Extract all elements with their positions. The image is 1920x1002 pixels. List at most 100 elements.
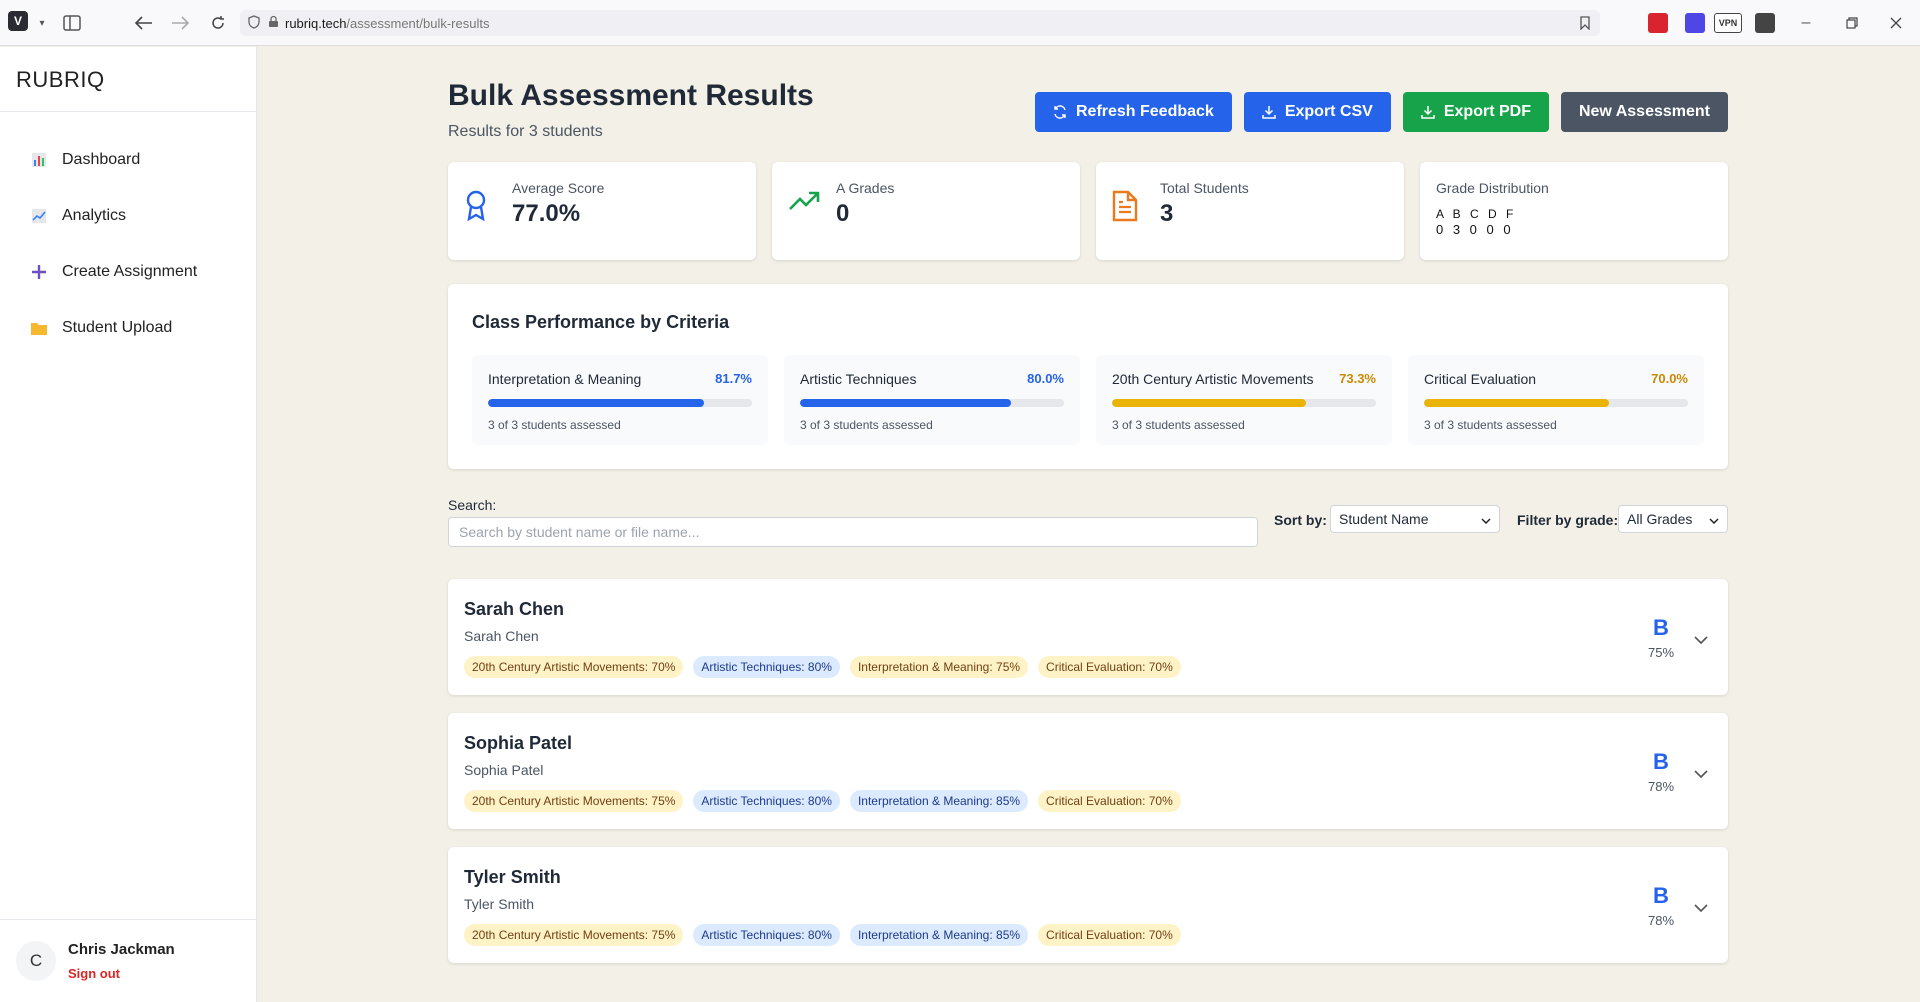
export-pdf-label: Export PDF [1443,103,1531,120]
criterion-name: Artistic Techniques [800,371,917,387]
student-card[interactable]: Sophia Patel Sophia Patel 20th Century A… [448,713,1728,829]
student-card[interactable]: Tyler Smith Tyler Smith 20th Century Art… [448,847,1728,963]
criteria-tag: Interpretation & Meaning: 85% [849,924,1029,946]
sidebar-item-analytics[interactable]: Analytics [0,188,256,244]
stat-label: A Grades [836,180,895,196]
stat-label: Average Score [512,180,605,196]
sidebar-item-dashboard[interactable]: Dashboard [0,132,256,188]
extension-icon[interactable] [1685,13,1705,33]
restore-icon[interactable] [1840,11,1864,35]
chevron-down-icon [1709,511,1719,527]
criteria-tag: 20th Century Artistic Movements: 75% [464,790,684,812]
user-name: Chris Jackman [68,941,175,958]
criteria-list: Interpretation & Meaning 81.7% 3 of 3 st… [472,355,1704,445]
student-name: Sarah Chen [464,599,565,619]
export-csv-button[interactable]: Export CSV [1243,92,1391,132]
expand-chevron-icon[interactable] [1694,899,1710,915]
criteria-tag: Artistic Techniques: 80% [693,656,840,678]
grade-filter-label: Filter by grade: [1517,512,1619,528]
plus-icon [30,263,48,281]
stat-value: 77.0% [512,200,581,227]
refresh-feedback-button[interactable]: Refresh Feedback [1034,92,1232,132]
gift-icon[interactable] [1755,13,1775,33]
chevron-down-icon [1481,511,1491,527]
grade-percent: 75% [1647,645,1675,660]
sidebar-toggle-icon[interactable] [60,11,84,35]
sidebar-item-label: Analytics [62,207,127,224]
progress-bar [1424,399,1688,407]
stat-value: 3 [1160,200,1174,227]
criterion-note: 3 of 3 students assessed [1112,418,1245,432]
criterion-note: 3 of 3 students assessed [488,418,621,432]
stat-a-grades: A Grades 0 [772,162,1080,260]
grade-badge: B 78% [1646,883,1676,928]
progress-bar [800,399,1064,407]
forward-icon[interactable] [168,11,192,35]
sidebar-item-create-assignment[interactable]: Create Assignment [0,244,256,300]
browser-logo-icon[interactable]: V [8,11,28,31]
download-icon [1421,105,1435,119]
expand-chevron-icon[interactable] [1694,631,1710,647]
criteria-tags: 20th Century Artistic Movements: 75% Art… [464,790,1712,812]
reload-icon[interactable] [206,11,230,35]
criteria-tags: 20th Century Artistic Movements: 70% Art… [464,656,1712,678]
expand-chevron-icon[interactable] [1694,765,1710,781]
brand-logo[interactable]: RUBRIQ [0,47,256,112]
sort-select-value: Student Name [1339,511,1429,527]
grade-percent: 78% [1647,913,1675,928]
sort-select[interactable]: Student Name [1330,505,1500,533]
minimize-icon[interactable]: – [1794,11,1818,35]
search-label: Search: [448,497,497,513]
criterion-name: Critical Evaluation [1424,371,1537,387]
criteria-tag: Critical Evaluation: 70% [1038,790,1181,812]
sidebar-item-label: Dashboard [62,151,141,168]
document-icon [1112,180,1148,242]
url-host: rubriq.tech [285,15,347,31]
pdf-extension-icon[interactable] [1648,13,1668,33]
progress-fill [488,399,704,407]
export-csv-label: Export CSV [1284,103,1373,120]
criteria-tag: Critical Evaluation: 70% [1038,924,1181,946]
header-actions: Refresh Feedback Export CSV Export PDF N… [1034,92,1728,132]
grade-filter-select[interactable]: All Grades [1618,505,1728,533]
user-panel: C Chris Jackman Sign out [0,919,257,1002]
export-pdf-button[interactable]: Export PDF [1402,92,1549,132]
browser-toolbar: V ▾ rubriq.tech/assessment/bulk-results … [0,0,1920,46]
progress-fill [1112,399,1306,407]
criterion-card: Critical Evaluation 70.0% 3 of 3 student… [1408,355,1704,445]
student-results-list: Sarah Chen Sarah Chen 20th Century Artis… [448,579,1728,981]
sign-out-link[interactable]: Sign out [68,966,175,981]
section-title: Class Performance by Criteria [472,312,730,332]
stat-label: Grade Distribution [1436,180,1549,196]
sidebar-item-student-upload[interactable]: Student Upload [0,300,256,356]
search-input[interactable] [448,517,1258,547]
vpn-icon[interactable]: VPN [1714,13,1742,33]
close-icon[interactable] [1884,11,1908,35]
criterion-card: 20th Century Artistic Movements 73.3% 3 … [1096,355,1392,445]
student-file-name: Tyler Smith [464,896,535,912]
folder-icon [30,319,48,337]
address-bar[interactable]: rubriq.tech/assessment/bulk-results [240,10,1600,36]
criterion-percent: 70.0% [1651,371,1688,386]
back-icon[interactable] [132,11,156,35]
criterion-card: Artistic Techniques 80.0% 3 of 3 student… [784,355,1080,445]
criteria-tag: Artistic Techniques: 80% [693,924,840,946]
progress-bar [1112,399,1376,407]
avatar: C [16,941,56,981]
stat-value: 0 [836,200,850,227]
bookmark-icon[interactable] [1580,16,1590,33]
criterion-note: 3 of 3 students assessed [1424,418,1557,432]
criterion-percent: 81.7% [715,371,752,386]
sidebar-nav: Dashboard Analytics Create Assignment St… [0,112,256,356]
new-assessment-button[interactable]: New Assessment [1560,92,1728,132]
student-card[interactable]: Sarah Chen Sarah Chen 20th Century Artis… [448,579,1728,695]
shield-icon [248,14,260,32]
sidebar-item-label: Create Assignment [62,263,198,280]
grade-badge: B 78% [1646,749,1676,794]
chevron-down-icon[interactable]: ▾ [30,11,54,35]
criterion-percent: 80.0% [1027,371,1064,386]
sidebar-item-label: Student Upload [62,319,173,336]
criteria-tag: Interpretation & Meaning: 85% [849,790,1029,812]
bar-chart-icon [30,151,48,169]
progress-fill [800,399,1012,407]
